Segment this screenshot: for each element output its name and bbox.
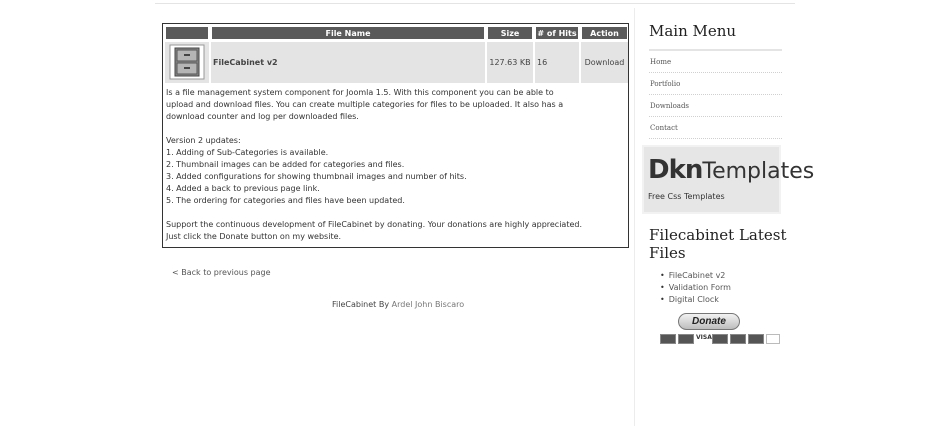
- card-icon: [730, 334, 746, 344]
- footer-credit: FileCabinet By Ardel John Biscaro: [332, 300, 464, 309]
- card-icon: [766, 334, 780, 344]
- size-header: Size: [487, 26, 533, 40]
- menu-item-contact[interactable]: Contact: [649, 117, 782, 139]
- menu-item-downloads[interactable]: Downloads: [649, 95, 782, 117]
- visa-card-icon: VISA: [696, 334, 712, 344]
- file-table: File Name Size # of Hits Action FileCabi…: [163, 24, 630, 85]
- latest-title-line1: Filecabinet Latest: [649, 226, 787, 244]
- latest-files-title: Filecabinet Latest Files: [649, 226, 787, 262]
- donate-button[interactable]: Donate: [678, 313, 740, 330]
- main-menu: Home Portfolio Downloads Contact: [649, 49, 782, 139]
- back-to-previous-link[interactable]: < Back to previous page: [172, 268, 271, 277]
- latest-file-item[interactable]: Digital Clock: [660, 294, 731, 306]
- dkn-templates-banner[interactable]: DknTemplates Free Css Templates: [642, 145, 814, 214]
- update-item: 4. Added a back to previous page link.: [166, 184, 320, 193]
- banner-tagline: Free Css Templates: [648, 192, 725, 201]
- update-item: 3. Added configurations for showing thum…: [166, 172, 467, 181]
- file-hits-cell: 16: [535, 42, 579, 83]
- author-link[interactable]: Ardel John Biscaro: [392, 300, 465, 309]
- update-item: 2. Thumbnail images can be added for cat…: [166, 160, 405, 169]
- menu-item-home[interactable]: Home: [649, 51, 782, 73]
- file-name-cell: FileCabinet v2: [211, 42, 485, 83]
- latest-file-item[interactable]: Validation Form: [660, 282, 731, 294]
- file-size-cell: 127.63 KB: [487, 42, 533, 83]
- hits-header: # of Hits: [535, 26, 579, 40]
- payment-cards: VISA: [660, 334, 780, 344]
- file-cabinet-icon: [169, 44, 205, 80]
- main-menu-title: Main Menu: [649, 22, 737, 40]
- table-row: FileCabinet v2 127.63 KB 16 Download: [165, 42, 628, 83]
- update-item: 5. The ordering for categories and files…: [166, 196, 405, 205]
- file-name-header: File Name: [211, 26, 485, 40]
- logo-bold: Dkn: [648, 155, 703, 185]
- dkn-logo: DknTemplates: [648, 155, 814, 187]
- logo-rest: Templates: [702, 159, 815, 184]
- file-description: Is a file management system component fo…: [163, 85, 628, 243]
- latest-files-list: FileCabinet v2 Validation Form Digital C…: [660, 270, 731, 306]
- latest-title-line2: Files: [649, 244, 686, 262]
- card-icon: [678, 334, 694, 344]
- table-header-row: File Name Size # of Hits Action: [165, 26, 628, 40]
- card-icon: [712, 334, 728, 344]
- download-link[interactable]: Download: [581, 42, 628, 83]
- latest-file-item[interactable]: FileCabinet v2: [660, 270, 731, 282]
- support-text: Support the continuous development of Fi…: [166, 220, 583, 241]
- updates-heading: Version 2 updates:: [166, 136, 241, 145]
- action-header: Action: [581, 26, 628, 40]
- menu-item-portfolio[interactable]: Portfolio: [649, 73, 782, 95]
- card-icon: [748, 334, 764, 344]
- card-icon: [660, 334, 676, 344]
- column-divider: [634, 8, 635, 426]
- thumbnail-header: [165, 26, 209, 40]
- description-intro: Is a file management system component fo…: [166, 88, 564, 121]
- update-item: 1. Adding of Sub-Categories is available…: [166, 148, 329, 157]
- file-details-box: File Name Size # of Hits Action FileCabi…: [162, 23, 629, 248]
- credit-prefix: FileCabinet By: [332, 300, 390, 309]
- top-divider: [155, 3, 795, 4]
- thumbnail-cell: [165, 42, 209, 83]
